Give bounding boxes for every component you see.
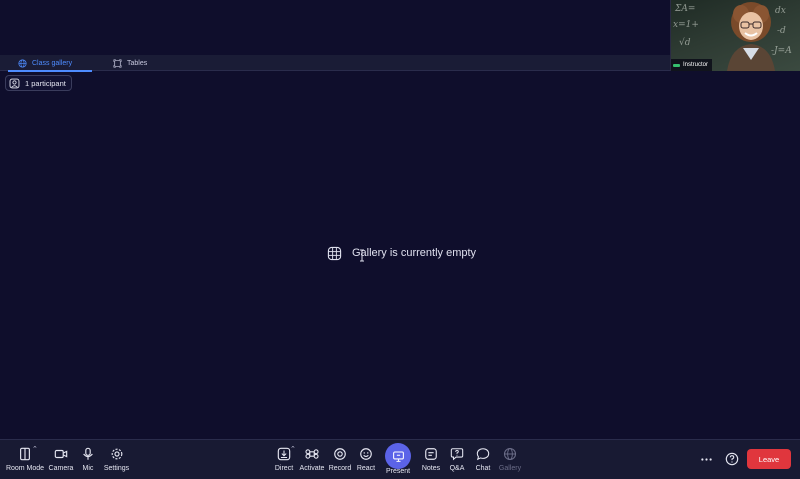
classroom-app: ΣA= x=1+ √d dx -d -J=A Instructor Class … [0,0,800,479]
audio-level-indicator [673,63,680,67]
notes-icon [425,448,437,460]
empty-message: Gallery is currently empty [351,247,477,259]
download-tray-icon [277,447,291,461]
record-icon [334,448,346,460]
participants-button[interactable]: 1 participant [5,75,72,91]
instructor-avatar [727,2,775,71]
camera-icon [54,449,68,459]
room-mode-button[interactable]: Room Mode [6,440,44,479]
chalkboard-text: x=1+ [673,20,699,30]
tab-label: Tables [127,59,148,67]
globe-grid-icon [327,246,342,260]
activate-label: Activate [299,465,325,472]
direct-label: Direct [274,465,294,472]
instructor-name: Instructor [683,62,709,68]
camera-label: Camera [48,465,74,472]
chat-label: Chat [475,465,491,472]
gallery-label: Gallery [498,465,522,472]
chat-bubble-icon [476,448,490,461]
chevron-up-icon[interactable]: ⌃ [32,445,38,453]
chalkboard-text: ΣA= [675,4,696,14]
chevron-up-icon[interactable]: ⌃ [290,445,296,453]
tab-class-gallery[interactable]: Class gallery [7,55,93,72]
chat-button[interactable]: Chat [472,440,494,479]
question-bubble-icon [450,448,464,461]
notes-button[interactable]: Notes [420,440,442,479]
ellipsis-icon [700,457,712,461]
tables-icon [113,59,122,67]
command-icon [305,449,319,459]
qa-label: Q&A [449,465,465,472]
notes-label: Notes [421,465,441,472]
participant-name-label: Instructor [671,59,713,71]
globe-grid-icon [18,58,27,68]
more-options-button[interactable] [698,450,714,468]
text-cursor-icon [360,249,364,262]
record-label: Record [328,465,352,472]
gear-icon [111,448,122,460]
leave-button[interactable]: Leave [747,449,791,469]
participant-count: 1 participant [25,78,66,88]
react-button[interactable]: React [355,440,377,479]
camera-button[interactable]: Camera [47,440,75,479]
smiley-icon [360,448,372,460]
qa-button[interactable]: Q&A [446,440,468,479]
top-bar [0,0,670,55]
tab-tables[interactable]: Tables [113,55,147,71]
record-button[interactable]: Record [327,440,353,479]
instructor-video-tile[interactable]: ΣA= x=1+ √d dx -d -J=A Instructor [670,0,800,71]
settings-label: Settings [103,465,130,472]
person-icon [9,78,20,88]
present-label: Present [385,468,411,475]
door-icon [20,447,30,461]
chalkboard-text: √d [679,38,691,48]
present-screen-icon [392,451,404,462]
tab-bar: Class gallery Tables [0,55,670,72]
room-mode-label: Room Mode [5,465,45,472]
present-button[interactable] [385,443,411,469]
globe-icon [503,447,517,461]
react-label: React [356,465,376,472]
gallery-button[interactable]: Gallery [497,440,523,479]
mic-button[interactable]: Mic [78,440,98,479]
activate-button[interactable]: Activate [298,440,326,479]
gallery-empty-state: Gallery is currently empty [0,244,800,262]
mic-label: Mic [82,465,94,472]
settings-button[interactable]: Settings [102,440,131,479]
microphone-icon [83,447,93,460]
tab-label: Class gallery [32,59,73,67]
help-icon[interactable] [725,452,739,466]
